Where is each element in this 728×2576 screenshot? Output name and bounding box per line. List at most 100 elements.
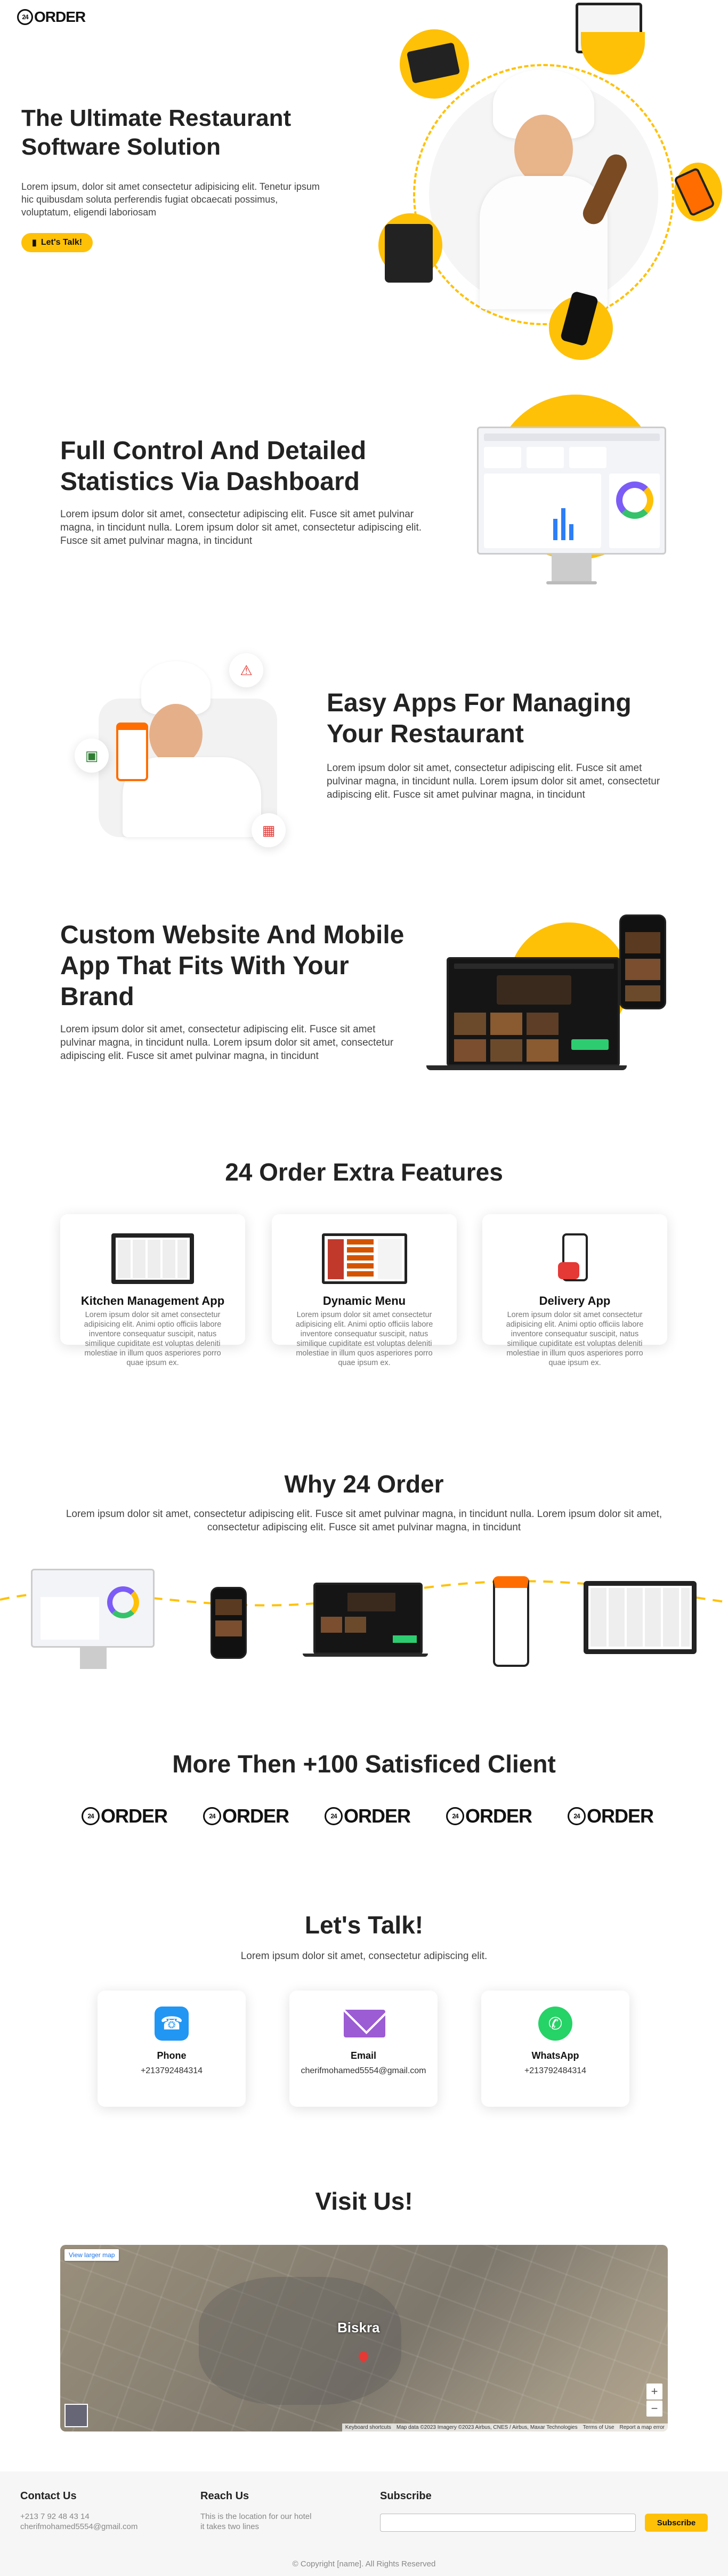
hero-cta-button[interactable]: ▮ Let's Talk! [21, 233, 93, 252]
footer-contact-email: cherifmohamed5554@gmail.com [20, 2522, 138, 2531]
map-city-label: Biskra [337, 2320, 380, 2336]
logo-badge: 24 [325, 1807, 343, 1825]
logo-badge: 24 [446, 1807, 464, 1825]
contact-label: WhatsApp [531, 2050, 579, 2061]
hero-cta-label: Let's Talk! [41, 238, 83, 247]
map-report-link[interactable]: Report a map error [620, 2425, 665, 2430]
footer-reach-title: Reach Us [200, 2490, 249, 2502]
scan-icon: ▦ [252, 813, 286, 847]
feature-card-delivery: Delivery App Lorem ipsum dolor sit amet … [482, 1214, 667, 1367]
hero-title: The Ultimate Restaurant Software Solutio… [21, 105, 292, 160]
website-title: Custom Website And Mobile App That Fits … [60, 921, 405, 1011]
hero-text: Lorem ipsum, dolor sit amet consectetur … [21, 181, 320, 218]
monitor-stand [552, 555, 592, 584]
feature-card-menu: Dynamic Menu Lorem ipsum dolor sit amet … [272, 1214, 457, 1367]
feature-card-kitchen: Kitchen Management App Lorem ipsum dolor… [60, 1214, 245, 1367]
contact-value: cherifmohamed5554@gmail.com [301, 2066, 426, 2075]
contact-card-phone[interactable]: ☎ Phone +213792484314 [98, 1991, 246, 2107]
logo-badge: 24 [17, 9, 33, 25]
zoom-in-button[interactable]: + [646, 2384, 662, 2400]
handheld-pos-device [116, 723, 148, 781]
client-logo: 24 ORDER [568, 1805, 654, 1827]
client-logo: 24 ORDER [446, 1805, 532, 1827]
subscribe-button[interactable]: Subscribe [645, 2514, 708, 2532]
talk-subtitle: Lorem ipsum dolor sit amet, consectetur … [240, 1951, 488, 1962]
why-handheld-pos [493, 1576, 529, 1667]
features-title: 24 Order Extra Features [225, 1158, 503, 1186]
why-laptop [313, 1583, 423, 1655]
client-logo: 24 ORDER [203, 1805, 289, 1827]
feature-title: Delivery App [539, 1294, 611, 1307]
chef-face [514, 115, 573, 184]
client-logo-text: ORDER [101, 1805, 168, 1827]
logo-text: ORDER [34, 9, 86, 25]
kitchen-app-icon [111, 1233, 194, 1284]
visit-title: Visit Us! [315, 2187, 413, 2215]
dashboard-monitor [477, 427, 666, 555]
why-text: Lorem ipsum dolor sit amet, consectetur … [66, 1508, 662, 1533]
phone-icon: ☎ [155, 2007, 189, 2041]
contact-value: +213792484314 [524, 2066, 587, 2075]
why-kitchen-screen [584, 1581, 697, 1654]
map-terms-link[interactable]: Terms of Use [583, 2425, 614, 2430]
brand-logo[interactable]: 24 ORDER [17, 9, 86, 26]
card-icon: ▣ [75, 739, 109, 773]
contact-value: +213792484314 [140, 2066, 203, 2075]
map-attribution: Keyboard shortcuts Map data ©2023 Imager… [342, 2423, 668, 2431]
subscribe-email-input[interactable] [380, 2514, 636, 2532]
footer-contact-title: Contact Us [20, 2490, 77, 2502]
feature-text: Lorem ipsum dolor sit amet consectetur a… [506, 1311, 644, 1367]
why-monitor-stand [80, 1648, 107, 1669]
contact-card-whatsapp[interactable]: ✆ WhatsApp +213792484314 [481, 1991, 629, 2107]
chef2-face [149, 704, 203, 765]
client-logo-text: ORDER [344, 1805, 411, 1827]
client-logo-text: ORDER [465, 1805, 532, 1827]
map-city-area [199, 2277, 401, 2405]
map-shortcuts-link[interactable]: Keyboard shortcuts [345, 2425, 391, 2430]
chat-icon: ▮ [32, 238, 37, 247]
client-logo: 24 ORDER [325, 1805, 411, 1827]
apps-text: Lorem ipsum dolor sit amet, consectetur … [327, 763, 660, 800]
logo-badge: 24 [203, 1807, 221, 1825]
monitor-base [546, 581, 597, 584]
laptop-base [426, 1065, 627, 1070]
view-larger-map-link[interactable]: View larger map [64, 2249, 119, 2261]
dashboard-title: Full Control And Detailed Statistics Via… [60, 437, 367, 496]
feature-title: Dynamic Menu [322, 1294, 406, 1307]
footer-contact-phone: +213 7 92 48 43 14 [20, 2512, 90, 2521]
footer-subscribe-title: Subscribe [380, 2490, 432, 2502]
apps-title: Easy Apps For Managing Your Restaurant [327, 689, 632, 748]
client-logo-text: ORDER [587, 1805, 654, 1827]
bell-icon: ⚠ [229, 653, 263, 687]
logo-badge: 24 [568, 1807, 586, 1825]
chef-jacket [480, 176, 608, 309]
why-dashboard-monitor [31, 1569, 155, 1648]
feature-text: Lorem ipsum dolor sit amet consectetur a… [295, 1311, 433, 1367]
map-layer-toggle[interactable] [64, 2404, 88, 2427]
client-logo: 24 ORDER [82, 1805, 168, 1827]
website-text: Lorem ipsum dolor sit amet, consectetur … [60, 1024, 394, 1062]
feature-text: Lorem ipsum dolor sit amet consectetur a… [84, 1311, 222, 1367]
contact-card-email[interactable]: Email cherifmohamed5554@gmail.com [289, 1991, 438, 2107]
footer-reach-text: This is the location for our hotel it ta… [200, 2512, 312, 2531]
receipt-printer-icon [385, 224, 433, 283]
why-laptop-base [303, 1654, 428, 1657]
laptop-screen [447, 957, 620, 1066]
logo-badge: 24 [82, 1807, 100, 1825]
dynamic-menu-icon [322, 1233, 407, 1284]
why-title: Why 24 Order [284, 1470, 444, 1498]
talk-title: Let's Talk! [304, 1911, 424, 1939]
client-logo-text: ORDER [222, 1805, 289, 1827]
map-data-text: Map data ©2023 Imagery ©2023 Airbus, CNE… [396, 2425, 578, 2430]
zoom-out-button[interactable]: − [646, 2401, 662, 2417]
mobile-app-phone [619, 914, 666, 1009]
contact-label: Email [350, 2050, 377, 2061]
dashboard-text: Lorem ipsum dolor sit amet, consectetur … [60, 509, 422, 547]
contact-label: Phone [157, 2050, 187, 2061]
clients-title: More Then +100 Satisficed Client [172, 1750, 556, 1778]
delivery-phone-icon [558, 1233, 588, 1281]
mail-icon [344, 2010, 385, 2037]
monitor-bubble [581, 32, 645, 75]
feature-title: Kitchen Management App [80, 1294, 225, 1307]
map-embed[interactable]: Biskra View larger map + − Keyboard shor… [60, 2245, 668, 2431]
